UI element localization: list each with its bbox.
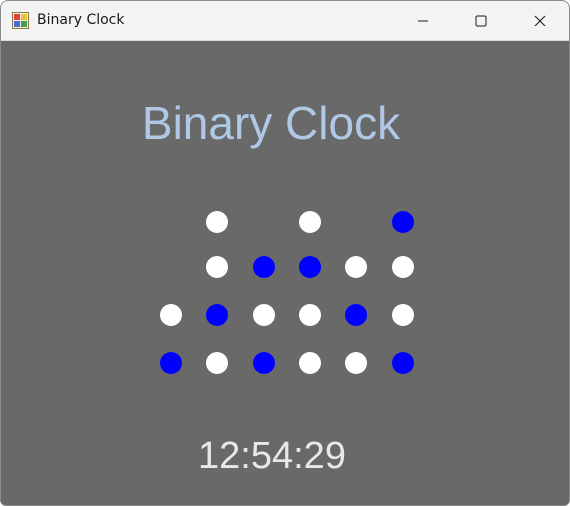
- maximize-button[interactable]: [452, 1, 510, 41]
- binary-dot: [253, 256, 275, 278]
- title-bar[interactable]: Binary Clock: [1, 1, 569, 41]
- binary-dot: [160, 352, 182, 374]
- binary-dot: [392, 256, 414, 278]
- binary-dot: [299, 304, 321, 326]
- binary-dot: [345, 352, 367, 374]
- binary-dot: [206, 304, 228, 326]
- app-icon: [12, 12, 29, 29]
- maximize-icon: [475, 15, 487, 27]
- binary-dot: [253, 352, 275, 374]
- close-button[interactable]: [511, 1, 569, 41]
- binary-dot: [392, 211, 414, 233]
- binary-dot: [392, 352, 414, 374]
- binary-dot: [392, 304, 414, 326]
- window-title: Binary Clock: [37, 12, 125, 28]
- binary-dot: [253, 304, 275, 326]
- binary-dot: [206, 352, 228, 374]
- binary-dot: [206, 256, 228, 278]
- binary-dot: [299, 211, 321, 233]
- binary-dot: [299, 352, 321, 374]
- app-window: Binary Clock Binary Clock 12:54:29: [0, 0, 570, 506]
- binary-dot: [160, 304, 182, 326]
- binary-dot: [206, 211, 228, 233]
- client-area: Binary Clock 12:54:29: [1, 41, 569, 505]
- close-icon: [534, 15, 546, 27]
- minimize-icon: [418, 20, 428, 22]
- page-title: Binary Clock: [141, 97, 401, 149]
- binary-dot: [345, 304, 367, 326]
- minimize-button[interactable]: [394, 1, 452, 41]
- binary-dot: [345, 256, 367, 278]
- binary-dot: [299, 256, 321, 278]
- digital-time: 12:54:29: [198, 435, 346, 477]
